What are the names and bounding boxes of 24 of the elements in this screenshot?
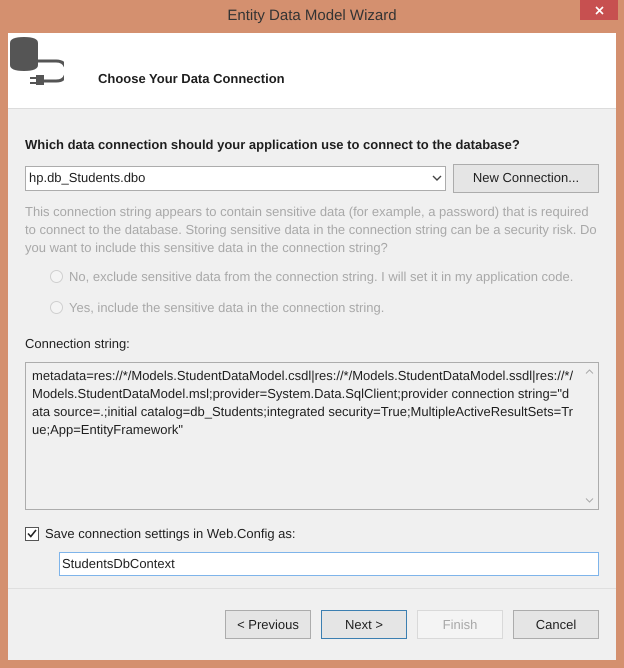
- wizard-button[interactable]: Next >: [321, 610, 407, 639]
- database-plug-icon: [10, 37, 64, 85]
- connection-dropdown[interactable]: hp.db_Students.dbo: [25, 166, 446, 190]
- checkbox-label: Save connection settings in Web.Config as:: [45, 525, 296, 543]
- new-connection-button[interactable]: New Connection...: [453, 164, 599, 192]
- question-label: Which data connection should your application use to connect to the database?: [25, 136, 521, 154]
- scroll-up-icon: [585, 369, 594, 374]
- window-title: Entity Data Model Wizard: [227, 6, 397, 26]
- close-icon: [594, 6, 604, 14]
- close-button[interactable]: [580, 0, 618, 20]
- dropdown-value: hp.db_Students.dbo: [29, 169, 146, 188]
- wizard-button[interactable]: Cancel: [513, 610, 599, 639]
- sensitive-data-note: This connection string appears to contain sensitive data (for example, a password) that is required to connect to the database. Storing sensitive data in the connection string can be a security risk. Do you want to include this sensitive data in the connection string?: [25, 202, 598, 256]
- scroll-down-icon: [585, 498, 594, 503]
- wizard-page-title: Choose Your Data Connection: [98, 70, 285, 88]
- checkmark-icon: [27, 529, 37, 538]
- radio-label: Yes, include the sensitive data in the connection string.: [69, 299, 384, 317]
- chevron-down-icon: [432, 175, 442, 181]
- connection-string-text: metadata=res://*/Models.StudentDataModel.csdl|res://*/Models.StudentDataModel.ssdl|res://*/Models.StudentDataModel.msl;provider=System.Data.SqlClient;provider connection string="data source=.;initial catalog=db_Students;integrated security=True;MultipleActiveResultSets=True;App=EntityFramework": [31, 367, 574, 439]
- connection-string-label: Connection string:: [25, 334, 131, 353]
- context-name-input[interactable]: StudentsDbContext: [59, 552, 599, 576]
- checkbox[interactable]: [25, 526, 39, 541]
- wizard-button[interactable]: < Previous: [225, 610, 311, 639]
- radio-label: No, exclude sensitive data from the connection string. I will set it in my application code.: [69, 268, 574, 286]
